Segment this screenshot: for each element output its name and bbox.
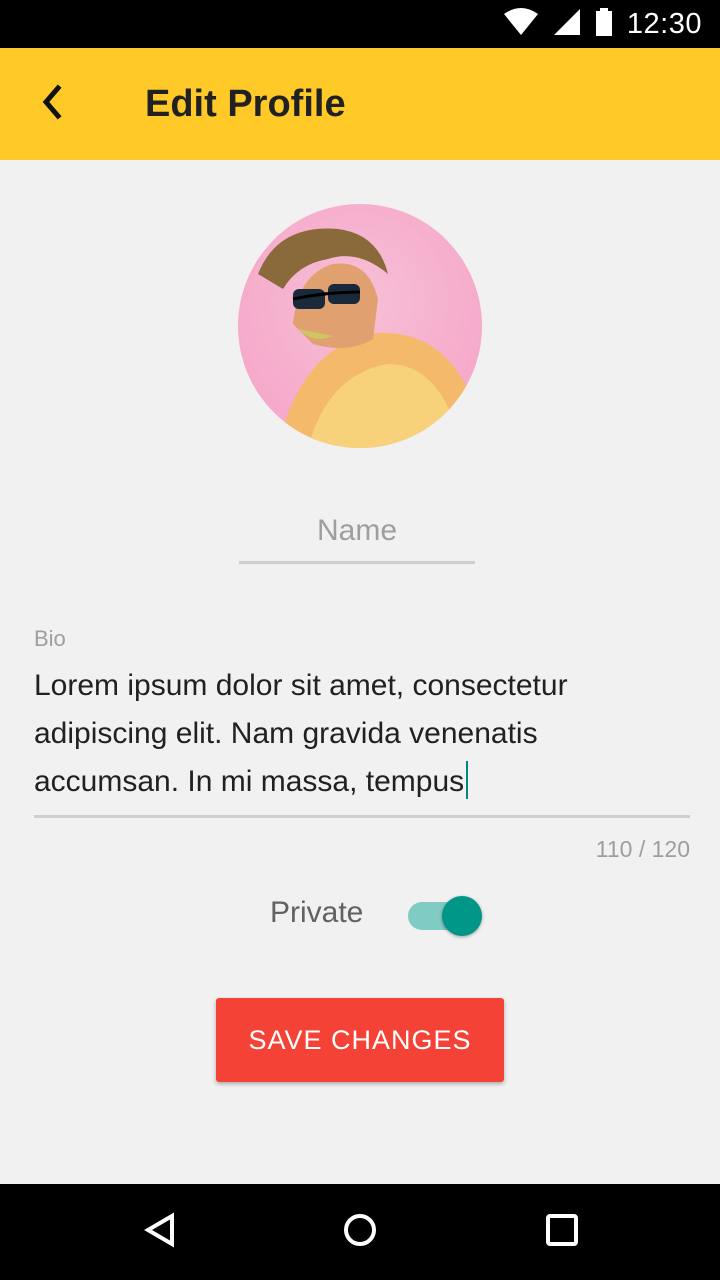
back-button[interactable] xyxy=(28,80,76,128)
nav-home-button[interactable] xyxy=(336,1208,384,1256)
nav-back-button[interactable] xyxy=(136,1208,184,1256)
private-label: Private xyxy=(270,896,364,929)
save-changes-button[interactable]: SAVE CHANGES xyxy=(216,998,504,1082)
wifi-icon xyxy=(503,7,539,41)
status-time: 12:30 xyxy=(626,7,702,40)
name-input[interactable] xyxy=(239,500,475,564)
avatar[interactable] xyxy=(238,204,482,448)
recents-square-icon xyxy=(544,1212,580,1253)
bio-input[interactable]: Lorem ipsum dolor sit amet, consectetur … xyxy=(34,662,690,818)
private-toggle[interactable] xyxy=(408,896,484,936)
status-icons: 12:30 xyxy=(503,7,702,41)
page-title: Edit Profile xyxy=(145,83,346,125)
battery-icon xyxy=(595,7,613,41)
navigation-bar xyxy=(0,1184,720,1280)
nav-recents-button[interactable] xyxy=(538,1208,586,1256)
toggle-thumb xyxy=(442,896,482,936)
character-counter: 110 / 120 xyxy=(595,836,690,862)
avatar-photo xyxy=(238,204,482,448)
back-triangle-icon xyxy=(142,1212,178,1253)
signal-icon xyxy=(553,8,581,41)
back-arrow-icon xyxy=(38,83,66,125)
text-cursor xyxy=(466,761,469,799)
status-bar: 12:30 xyxy=(0,0,720,48)
app-bar: Edit Profile xyxy=(0,48,720,160)
home-circle-icon xyxy=(342,1212,378,1253)
bio-label: Bio xyxy=(34,626,66,651)
bio-text: Lorem ipsum dolor sit amet, consectetur … xyxy=(34,669,568,798)
